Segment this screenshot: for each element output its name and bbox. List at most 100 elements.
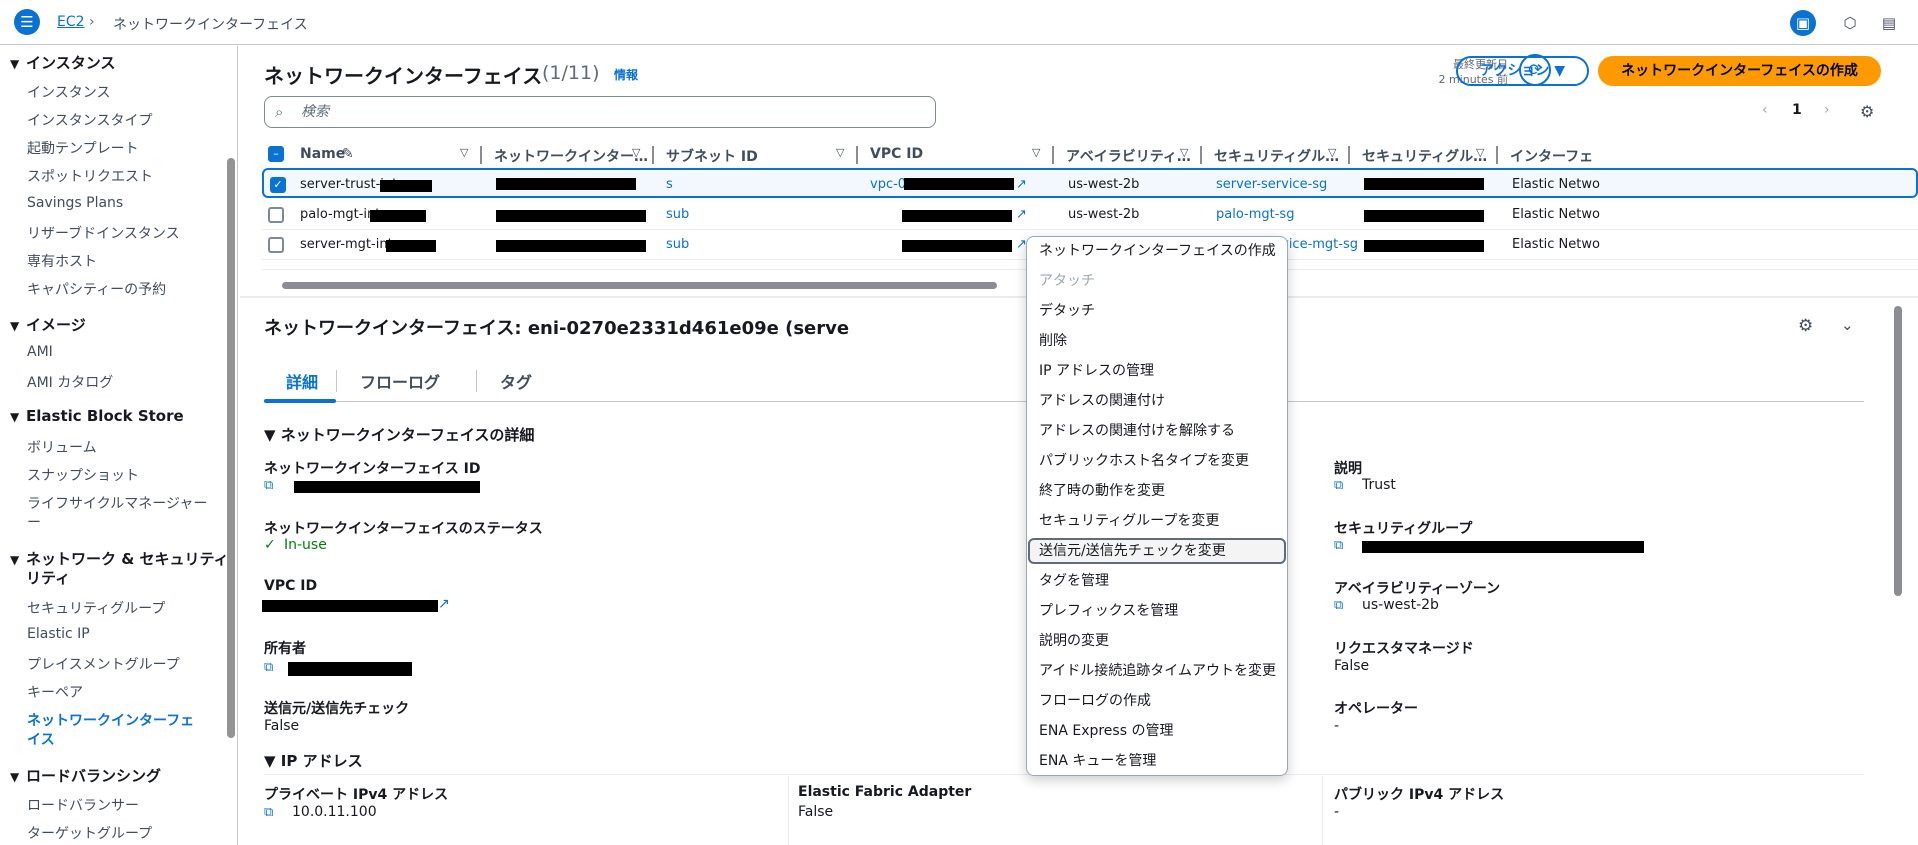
sidebar-item-network-interfaces[interactable]: ネットワークインターフェ [27, 710, 194, 730]
menu-item-change-hostname-type[interactable]: パブリックホスト名タイプを変更 [1028, 448, 1286, 474]
copy-icon[interactable]: ⧉ [1334, 477, 1350, 493]
sidebar-item-ami[interactable]: AMI [27, 344, 53, 360]
copy-icon[interactable]: ⧉ [264, 804, 280, 820]
sort-icon[interactable]: ▽ [1180, 146, 1188, 159]
menu-item-delete[interactable]: 削除 [1028, 328, 1286, 354]
search-box[interactable]: ⌕ [264, 96, 936, 128]
sidebar-item-network-interfaces-line2[interactable]: イス [27, 729, 55, 749]
external-link-icon[interactable]: ↗ [438, 596, 450, 612]
sidebar-item-lifecycle-manager-line2[interactable]: ー [27, 512, 41, 532]
row-checkbox[interactable] [268, 237, 284, 253]
col-eni-id[interactable]: ネットワークインター… [494, 146, 648, 166]
row-subnet[interactable]: sub [666, 237, 689, 252]
tab-details[interactable]: 詳細 [286, 369, 318, 393]
menu-item-idle-timeout[interactable]: アイドル接続追跡タイムアウトを変更 [1028, 658, 1286, 684]
sidebar-item-instances[interactable]: インスタンス [27, 82, 110, 102]
sidebar-item-lifecycle-manager[interactable]: ライフサイクルマネージャー [27, 493, 207, 513]
sidebar-item-dedicated-hosts[interactable]: 専有ホスト [27, 251, 97, 271]
create-network-interface-button[interactable]: ネットワークインターフェイスの作成 [1598, 56, 1881, 86]
copy-icon[interactable]: ⧉ [264, 659, 280, 675]
sort-icon[interactable]: ▽ [460, 146, 468, 159]
row-checkbox[interactable]: ✓ [270, 177, 286, 193]
sort-icon[interactable]: ▽ [1476, 146, 1484, 159]
copy-icon[interactable]: ⧉ [264, 477, 280, 493]
menu-item-manage-prefixes[interactable]: プレフィックスを管理 [1028, 598, 1286, 624]
column-divider[interactable] [1052, 146, 1054, 164]
table-row[interactable]: ✓ server-trust-int- s vpc-0 ↗ us-west-2b… [262, 168, 1918, 198]
sidebar-item-spot-requests[interactable]: スポットリクエスト [27, 166, 153, 186]
row-subnet[interactable]: sub [666, 207, 689, 222]
col-sg-id[interactable]: セキュリティグル… [1362, 146, 1487, 166]
menu-item-associate-address[interactable]: アドレスの関連付け [1028, 388, 1286, 414]
sidebar-section-ebs[interactable]: ▼ Elastic Block Store [10, 407, 184, 425]
hamburger-menu-icon[interactable]: ☰ [14, 9, 40, 35]
menu-item-change-description[interactable]: 説明の変更 [1028, 628, 1286, 654]
sidebar-item-target-groups[interactable]: ターゲットグループ [27, 823, 152, 843]
sidebar-item-launch-templates[interactable]: 起動テンプレート [27, 138, 139, 158]
table-row[interactable]: palo-mgt-int- sub ↗ us-west-2b palo-mgt-… [262, 200, 1918, 230]
sidebar-item-capacity-reservations[interactable]: キャパシティーの予約 [27, 279, 166, 299]
menu-item-ena-express[interactable]: ENA Express の管理 [1028, 718, 1286, 744]
prev-page-icon[interactable]: ‹ [1762, 102, 1768, 118]
sort-icon[interactable]: ▽ [1032, 146, 1040, 159]
table-settings-icon[interactable]: ⚙ [1860, 102, 1874, 121]
tab-tags[interactable]: タグ [500, 369, 532, 393]
menu-item-manage-ip[interactable]: IP アドレスの管理 [1028, 358, 1286, 384]
external-link-icon[interactable]: ↗ [1016, 177, 1027, 192]
section-eni-details[interactable]: ▼ ネットワークインターフェイスの詳細 [264, 424, 534, 445]
column-divider[interactable] [480, 146, 482, 164]
next-page-icon[interactable]: › [1824, 102, 1830, 118]
sidebar-item-ami-catalog[interactable]: AMI カタログ [27, 372, 113, 392]
column-divider[interactable] [1496, 146, 1498, 164]
column-divider[interactable] [1200, 146, 1202, 164]
table-horizontal-scrollbar[interactable] [282, 282, 997, 289]
chevron-down-icon[interactable]: ⌄ [1841, 316, 1854, 334]
select-all-checkbox[interactable]: – [268, 146, 284, 162]
menu-item-change-security-groups[interactable]: セキュリティグループを変更 [1028, 508, 1286, 534]
menu-item-create-eni[interactable]: ネットワークインターフェイスの作成 [1028, 238, 1286, 264]
col-az[interactable]: アベイラビリティ… [1066, 146, 1191, 166]
menu-item-ena-queues[interactable]: ENA キューを管理 [1028, 748, 1286, 774]
sidebar-item-snapshots[interactable]: スナップショット [27, 465, 139, 485]
sidebar-section-load-balancing[interactable]: ▼ ロードバランシング [10, 765, 161, 786]
menu-item-disassociate-address[interactable]: アドレスの関連付けを解除する [1028, 418, 1286, 444]
sidebar-section-network-security[interactable]: ▼ ネットワーク & セキュリティ [10, 548, 229, 569]
column-divider[interactable] [1348, 146, 1350, 164]
sidebar-item-reserved-instances[interactable]: リザーブドインスタンス [27, 223, 180, 243]
sidebar-item-savings-plans[interactable]: Savings Plans [27, 195, 123, 211]
sidebar-section-images[interactable]: ▼ イメージ [10, 314, 86, 335]
copy-icon[interactable]: ⧉ [1334, 597, 1350, 613]
sidebar-scrollbar[interactable] [227, 158, 235, 738]
settings-hex-icon[interactable]: ⬡ [1837, 10, 1863, 36]
sidebar-item-placement-groups[interactable]: プレイスメントグループ [27, 654, 180, 674]
info-link[interactable]: 情報 [614, 66, 638, 83]
copy-icon[interactable]: ⧉ [1334, 537, 1350, 553]
col-sg-name[interactable]: セキュリティグル… [1214, 146, 1339, 166]
section-ip-addresses[interactable]: ▼ IP アドレス [264, 750, 363, 771]
sidebar-item-elastic-ip[interactable]: Elastic IP [27, 626, 90, 642]
detail-vertical-scrollbar[interactable] [1894, 306, 1902, 596]
sidebar-item-volumes[interactable]: ボリューム [27, 437, 97, 457]
sidebar-item-key-pairs[interactable]: キーペア [27, 682, 83, 702]
external-link-icon[interactable]: ↗ [1016, 207, 1027, 222]
page-number[interactable]: 1 [1792, 102, 1802, 118]
detail-settings-icon[interactable]: ⚙ [1798, 316, 1813, 336]
display-icon[interactable]: ▤ [1876, 10, 1902, 36]
col-vpc-id[interactable]: VPC ID [870, 146, 923, 162]
sort-icon[interactable]: ▽ [632, 146, 640, 159]
search-input[interactable] [301, 101, 921, 123]
row-vpc[interactable]: vpc-0 [870, 177, 906, 192]
col-interface-type[interactable]: インターフェ [1510, 146, 1593, 166]
col-subnet-id[interactable]: サブネット ID [666, 146, 758, 166]
column-divider[interactable] [856, 146, 858, 164]
col-name[interactable]: Name [300, 146, 345, 162]
row-subnet[interactable]: s [666, 177, 673, 192]
row-checkbox[interactable] [268, 207, 284, 223]
actions-button[interactable]: アクション ▼ [1456, 56, 1589, 86]
sidebar-item-security-groups[interactable]: セキュリティグループ [27, 598, 165, 618]
sort-icon[interactable]: ▽ [836, 146, 844, 159]
sidebar-item-instance-types[interactable]: インスタンスタイプ [27, 110, 152, 130]
menu-item-change-src-dst-check[interactable]: 送信元/送信先チェックを変更 [1028, 538, 1286, 564]
sort-icon[interactable]: ▽ [1328, 146, 1336, 159]
tab-flow-logs[interactable]: フローログ [360, 369, 440, 393]
